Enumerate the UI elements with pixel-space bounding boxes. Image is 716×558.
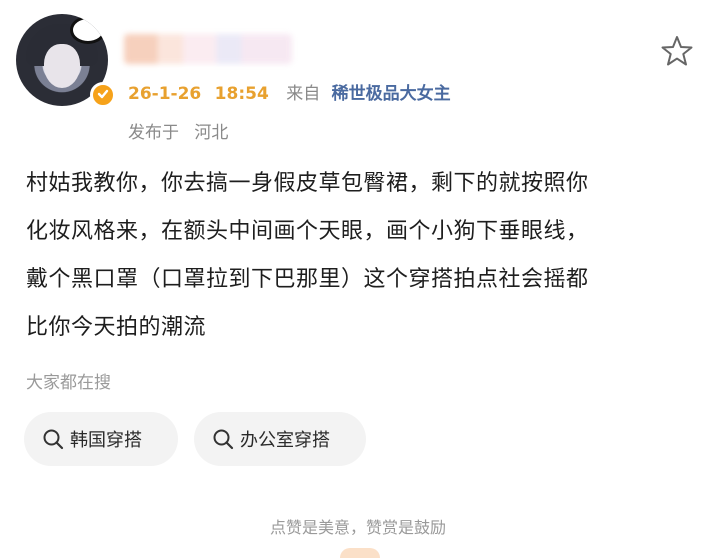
post-line: 村姑我教你，你去搞一身假皮草包臀裙，剩下的就按照你 — [26, 171, 589, 196]
search-icon — [43, 429, 64, 450]
post-date: 26-1-26 — [128, 84, 202, 104]
post-meta: 26-1-26 18:54 来自 稀世极品大女主 — [128, 82, 451, 106]
post-location: 发布于 河北 — [128, 118, 228, 143]
username-blurred[interactable] — [124, 34, 292, 64]
search-chip-office-outfit[interactable]: 办公室穿搭 — [194, 412, 366, 466]
location-label: 发布于 — [128, 123, 179, 143]
reward-tip: 点赞是美意，赞赏是鼓励 — [269, 518, 446, 537]
post-line: 比你今天拍的潮流 — [26, 315, 207, 340]
verified-badge-icon — [90, 82, 116, 108]
author-avatar-container[interactable] — [16, 14, 116, 108]
check-icon — [97, 89, 109, 99]
source-link[interactable]: 稀世极品大女主 — [332, 84, 451, 104]
favorite-star-icon[interactable] — [660, 34, 694, 68]
from-label: 来自 — [286, 84, 321, 104]
chip-label: 韩国穿搭 — [70, 430, 142, 451]
search-chip-korean-outfit[interactable]: 韩国穿搭 — [24, 412, 178, 466]
post-line: 化妆风格来，在额头中间画个天眼，画个小狗下垂眼线， — [26, 219, 589, 244]
chip-label: 办公室穿搭 — [240, 430, 330, 451]
location-value: 河北 — [194, 123, 229, 143]
avatar-face — [44, 44, 80, 88]
search-icon — [213, 429, 234, 450]
post-time: 18:54 — [214, 84, 269, 104]
post-line: 戴个黑口罩（口罩拉到下巴那里）这个穿搭拍点社会摇都 — [26, 267, 589, 292]
trending-search-heading: 大家都在搜 — [26, 373, 111, 393]
post-body: 村姑我教你，你去搞一身假皮草包臀裙，剩下的就按照你 化妆风格来，在额头中间画个天… — [26, 160, 692, 352]
reward-button-edge[interactable] — [340, 548, 380, 558]
avatar-ribbon — [70, 16, 106, 44]
